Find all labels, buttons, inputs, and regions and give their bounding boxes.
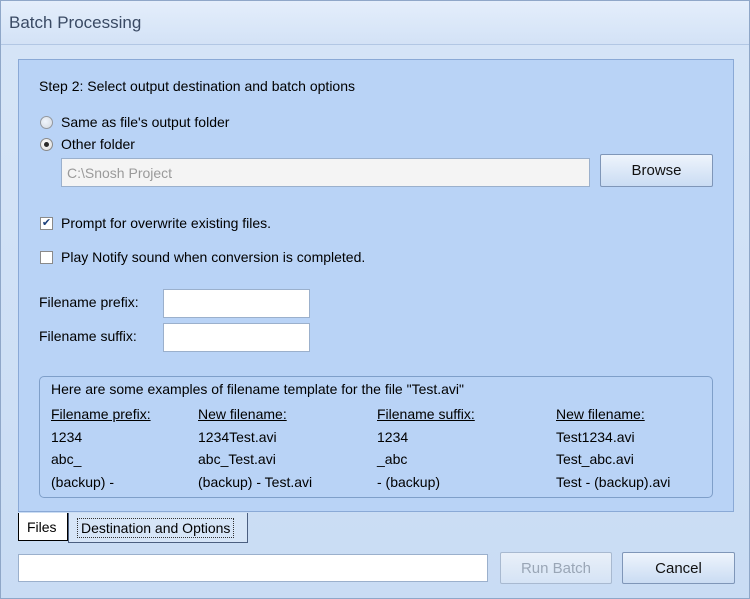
example-cell: Test - (backup).avi bbox=[556, 473, 671, 490]
example-cell: abc_ bbox=[51, 451, 82, 467]
tab-destination-options-label: Destination and Options bbox=[77, 517, 235, 538]
example-cell: - (backup) bbox=[377, 473, 441, 490]
prompt-overwrite-label: Prompt for overwrite existing files. bbox=[61, 215, 272, 231]
examples-intro: Here are some examples of filename templ… bbox=[51, 381, 465, 397]
suffix-label: Filename suffix: bbox=[39, 328, 137, 344]
tab-destination-options[interactable]: Destination and Options bbox=[68, 513, 248, 543]
status-field bbox=[18, 554, 488, 582]
destination-options-panel: Step 2: Select output destination and ba… bbox=[18, 59, 734, 512]
window-title: Batch Processing bbox=[9, 13, 142, 32]
prompt-overwrite-checkbox[interactable]: ✔ Prompt for overwrite existing files. bbox=[40, 215, 271, 231]
same-folder-radio[interactable]: Same as file's output folder bbox=[40, 114, 229, 130]
example-cell: Test1234.avi bbox=[556, 428, 635, 445]
examples-column-suffix: Filename suffix: 1234 _abc - (backup) bbox=[377, 403, 475, 493]
notify-sound-checkbox[interactable]: Play Notify sound when conversion is com… bbox=[40, 249, 365, 265]
cancel-button[interactable]: Cancel bbox=[622, 552, 735, 584]
checkmark-icon: ✔ bbox=[40, 216, 53, 230]
examples-column-new-suffix: New filename: Test1234.avi Test_abc.avi … bbox=[556, 403, 670, 493]
examples-group: Here are some examples of filename templ… bbox=[39, 376, 713, 498]
tab-files[interactable]: Files bbox=[18, 513, 68, 541]
example-cell: abc_Test.avi bbox=[198, 451, 276, 467]
same-folder-label: Same as file's output folder bbox=[61, 114, 230, 130]
run-batch-button[interactable]: Run Batch bbox=[500, 552, 612, 584]
filename-prefix-input[interactable] bbox=[163, 289, 310, 318]
other-folder-radio[interactable]: Other folder bbox=[40, 136, 135, 152]
example-cell: _abc bbox=[377, 451, 408, 467]
radio-off-icon bbox=[40, 115, 53, 129]
example-cell: 1234 bbox=[51, 428, 83, 445]
examples-column-new-prefix: New filename: 1234Test.avi abc_Test.avi … bbox=[198, 403, 312, 493]
examples-column-prefix: Filename prefix: 1234 abc_ (backup) - bbox=[51, 403, 151, 493]
unchecked-box-icon bbox=[40, 250, 53, 264]
step-label: Step 2: Select output destination and ba… bbox=[39, 78, 356, 94]
column-header: Filename prefix: bbox=[51, 406, 151, 422]
notify-sound-label: Play Notify sound when conversion is com… bbox=[61, 249, 366, 265]
column-header: New filename: bbox=[556, 406, 645, 422]
tab-files-label: Files bbox=[27, 518, 57, 535]
example-cell: 1234 bbox=[377, 428, 409, 445]
output-folder-input[interactable]: C:\Snosh Project bbox=[61, 158, 590, 187]
column-header: New filename: bbox=[198, 406, 287, 422]
filename-suffix-input[interactable] bbox=[163, 323, 310, 352]
prefix-label: Filename prefix: bbox=[39, 294, 139, 310]
example-cell: 1234Test.avi bbox=[198, 428, 277, 445]
column-header: Filename suffix: bbox=[377, 406, 475, 422]
radio-on-icon bbox=[40, 137, 53, 151]
batch-processing-window: Batch Processing Step 2: Select output d… bbox=[0, 0, 750, 599]
title-bar[interactable]: Batch Processing bbox=[1, 1, 749, 45]
other-folder-label: Other folder bbox=[61, 136, 135, 152]
example-cell: Test_abc.avi bbox=[556, 451, 634, 467]
example-cell: (backup) - Test.avi bbox=[198, 473, 313, 490]
example-cell: (backup) - bbox=[51, 473, 115, 490]
browse-button[interactable]: Browse bbox=[600, 154, 713, 187]
